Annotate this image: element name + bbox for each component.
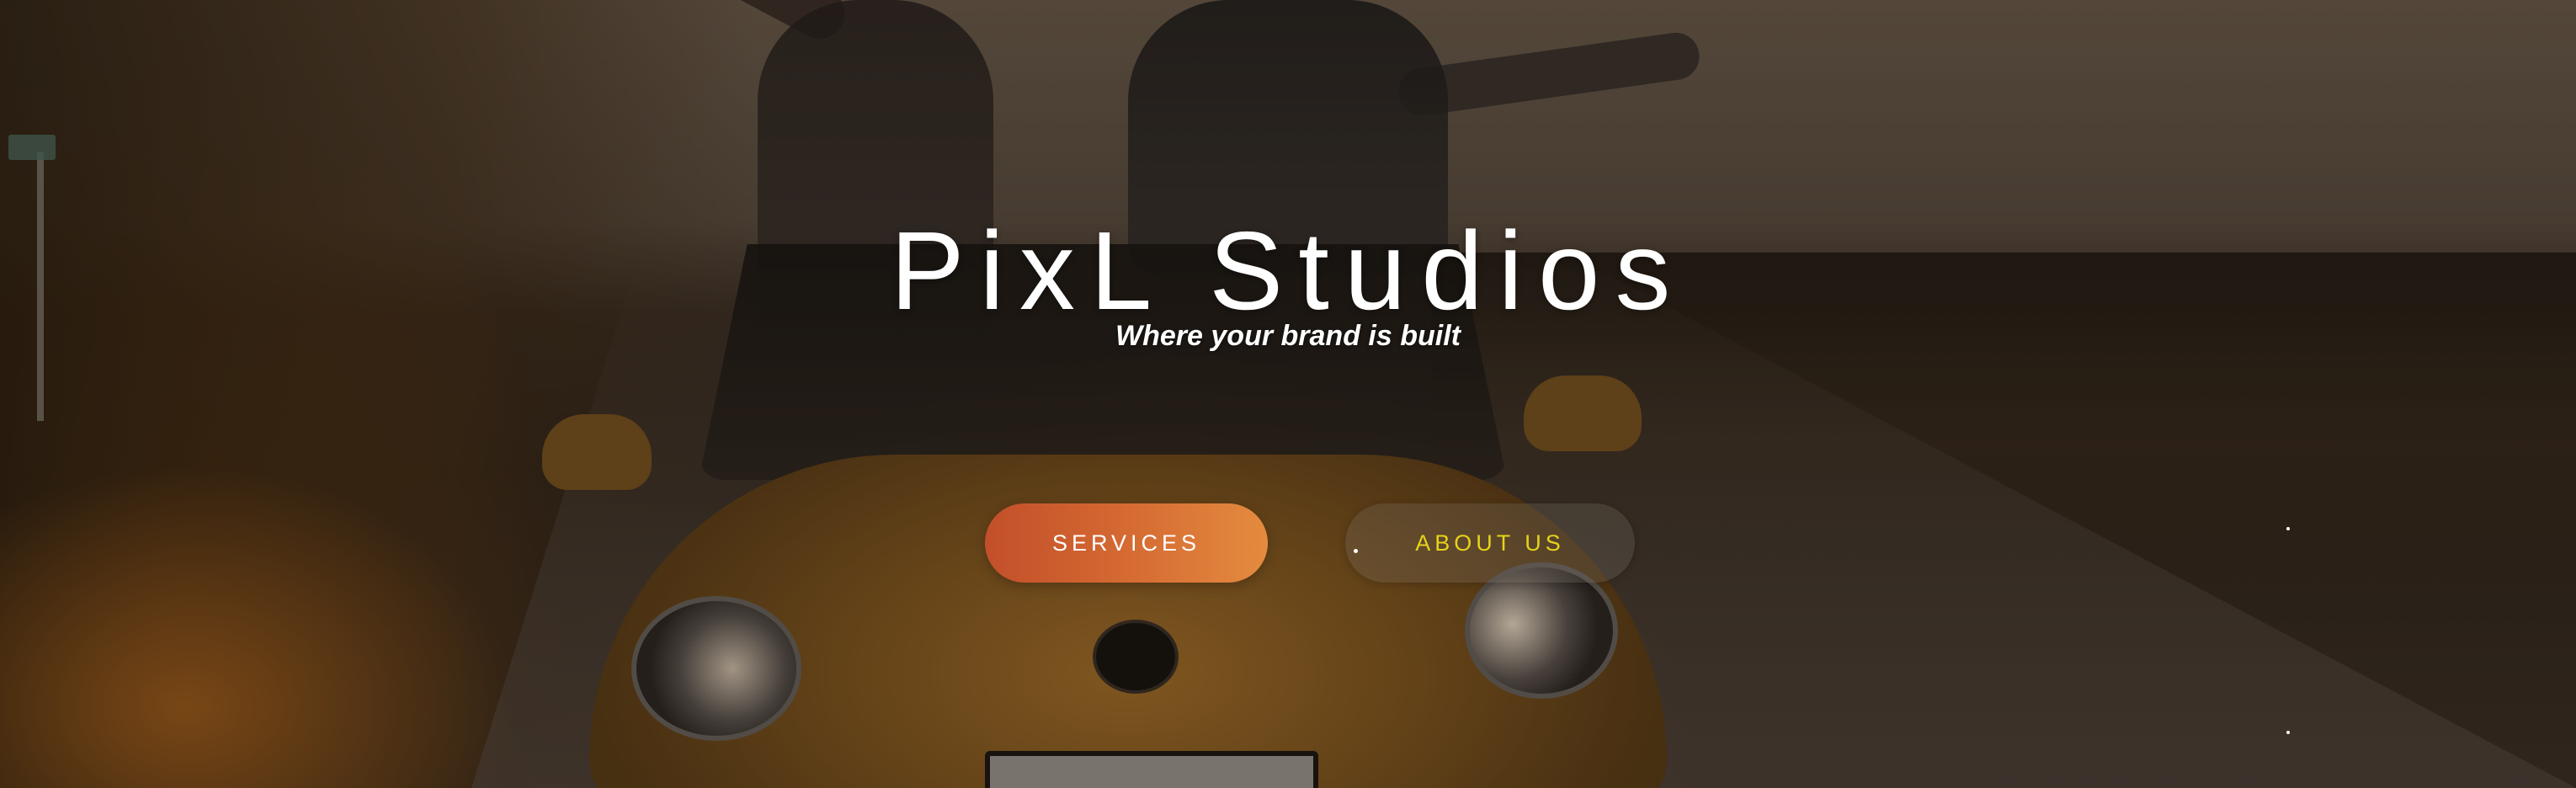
hero-content: PixL Studios Where your brand is built S… bbox=[0, 0, 2576, 788]
about-us-button[interactable]: ABOUT US bbox=[1345, 503, 1635, 583]
page-title: PixL Studios bbox=[890, 209, 1686, 333]
about-button-dot bbox=[1354, 549, 1358, 553]
hero-tagline: Where your brand is built bbox=[1115, 320, 1461, 352]
services-button[interactable]: SERVICES bbox=[985, 503, 1268, 583]
hero-section: PixL Studios Where your brand is built S… bbox=[0, 0, 2576, 788]
